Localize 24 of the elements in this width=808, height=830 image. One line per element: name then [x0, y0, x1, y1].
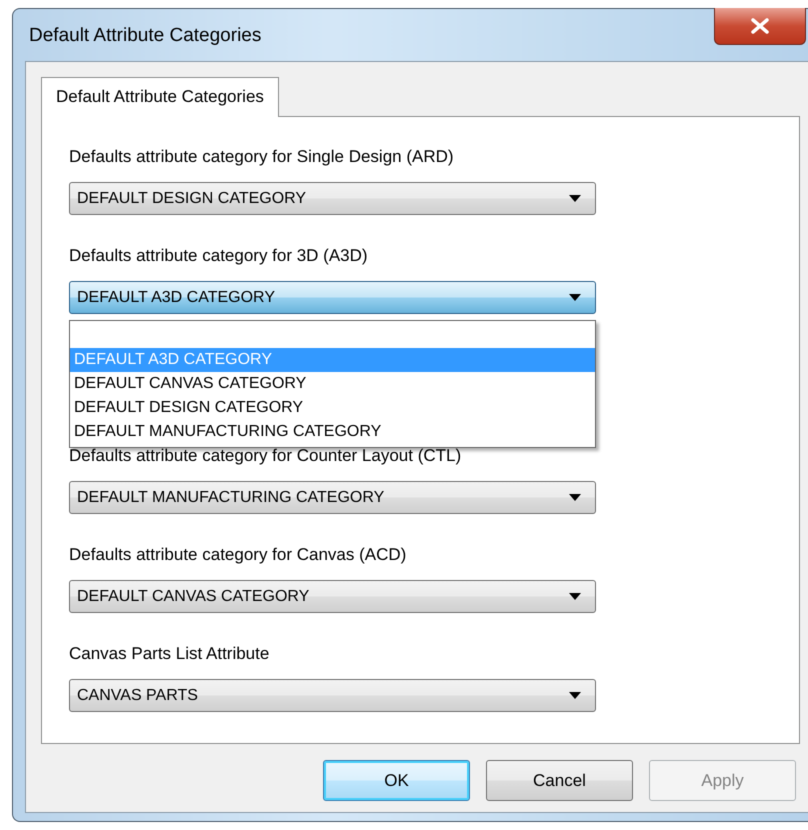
- dropdown-option[interactable]: DEFAULT MANUFACTURING CATEGORY: [70, 420, 595, 444]
- caret-icon: [569, 195, 581, 202]
- caret-icon: [569, 494, 581, 501]
- dialog-button[interactable]: OK: [323, 760, 470, 801]
- dropdown-option[interactable]: DEFAULT DESIGN CATEGORY: [70, 396, 595, 420]
- close-icon: [751, 18, 769, 34]
- dropdown[interactable]: DEFAULT CANVAS CATEGORY: [69, 580, 596, 613]
- field-label: Defaults attribute category for 3D (A3D): [69, 245, 368, 267]
- tab[interactable]: Default Attribute Categories: [41, 77, 279, 117]
- dropdown-option[interactable]: DEFAULT CANVAS CATEGORY: [70, 372, 595, 396]
- dropdown[interactable]: DEFAULT DESIGN CATEGORY: [69, 182, 596, 215]
- window-title: Default Attribute Categories: [29, 25, 262, 47]
- dialog-button[interactable]: Cancel: [486, 760, 633, 801]
- dropdown[interactable]: CANVAS PARTS: [69, 679, 596, 712]
- field-label: Defaults attribute category for Counter Layout (CTL): [69, 445, 462, 467]
- dropdown[interactable]: DEFAULT A3D CATEGORY: [69, 281, 596, 314]
- caret-icon: [569, 294, 581, 301]
- dropdown[interactable]: DEFAULT MANUFACTURING CATEGORY: [69, 481, 596, 514]
- caret-icon: [569, 593, 581, 600]
- field-label: Canvas Parts List Attribute: [69, 643, 270, 665]
- field-label: Defaults attribute category for Single Design (ARD): [69, 146, 454, 168]
- field-label: Defaults attribute category for Canvas (ACD): [69, 544, 406, 566]
- close-button[interactable]: [714, 8, 806, 45]
- caret-icon: [569, 692, 581, 699]
